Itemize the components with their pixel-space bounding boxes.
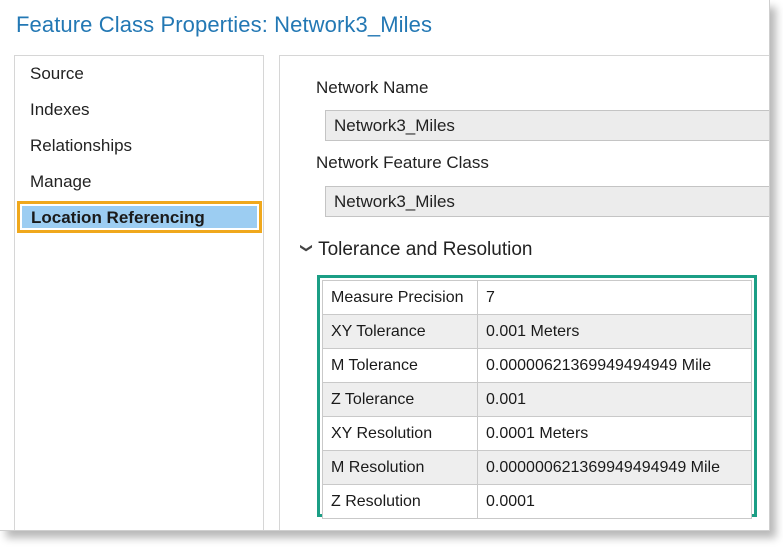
properties-panel: Network Name Network3_Miles Network Feat… — [279, 55, 769, 530]
table-row[interactable]: M Tolerance 0.00000621369949494949 Mile — [322, 348, 752, 383]
property-value[interactable]: 0.0001 Meters — [477, 416, 752, 451]
property-value[interactable]: 0.0001 — [477, 484, 752, 519]
tolerance-grid: Measure Precision 7 XY Tolerance 0.001 M… — [317, 275, 757, 519]
table-row[interactable]: Measure Precision 7 — [322, 280, 752, 315]
network-name-field[interactable]: Network3_Miles — [325, 110, 769, 141]
tolerance-section-header[interactable]: ❯ Tolerance and Resolution — [300, 239, 533, 261]
property-value[interactable]: 0.00000621369949494949 Mile — [477, 348, 752, 383]
property-name: M Tolerance — [322, 348, 478, 383]
property-name: Z Resolution — [322, 484, 478, 519]
table-row[interactable]: M Resolution 0.000000621369949494949 Mil… — [322, 450, 752, 485]
network-name-label: Network Name — [316, 78, 429, 97]
chevron-down-icon[interactable]: ❯ — [300, 243, 314, 253]
property-value[interactable]: 0.001 Meters — [477, 314, 752, 349]
properties-dialog: Feature Class Properties: Network3_Miles… — [0, 0, 770, 531]
sidebar-item-relationships[interactable]: Relationships — [30, 136, 132, 156]
property-value[interactable]: 0.000000621369949494949 Mile — [477, 450, 752, 485]
dialog-title: Feature Class Properties: Network3_Miles — [16, 12, 433, 37]
network-feature-class-field[interactable]: Network3_Miles — [325, 186, 769, 217]
sidebar-item-location-referencing[interactable]: Location Referencing — [17, 201, 262, 233]
table-row[interactable]: Z Resolution 0.0001 — [322, 484, 752, 519]
property-value[interactable]: 0.001 — [477, 382, 752, 417]
sidebar-item-manage[interactable]: Manage — [30, 172, 91, 192]
property-name: XY Resolution — [322, 416, 478, 451]
sidebar-item-label: Location Referencing — [22, 206, 257, 228]
tolerance-table: Measure Precision 7 XY Tolerance 0.001 M… — [322, 280, 752, 519]
property-name: Measure Precision — [322, 280, 478, 315]
property-name: XY Tolerance — [322, 314, 478, 349]
property-value[interactable]: 7 — [477, 280, 752, 315]
table-row[interactable]: Z Tolerance 0.001 — [322, 382, 752, 417]
network-feature-class-label: Network Feature Class — [316, 153, 489, 172]
property-name: Z Tolerance — [322, 382, 478, 417]
section-title: Tolerance and Resolution — [318, 239, 533, 260]
table-row[interactable]: XY Tolerance 0.001 Meters — [322, 314, 752, 349]
table-row[interactable]: XY Resolution 0.0001 Meters — [322, 416, 752, 451]
sidebar-item-source[interactable]: Source — [30, 64, 84, 84]
sidebar-item-indexes[interactable]: Indexes — [30, 100, 90, 120]
sidebar: Source Indexes Relationships Manage Loca… — [14, 55, 264, 530]
property-name: M Resolution — [322, 450, 478, 485]
